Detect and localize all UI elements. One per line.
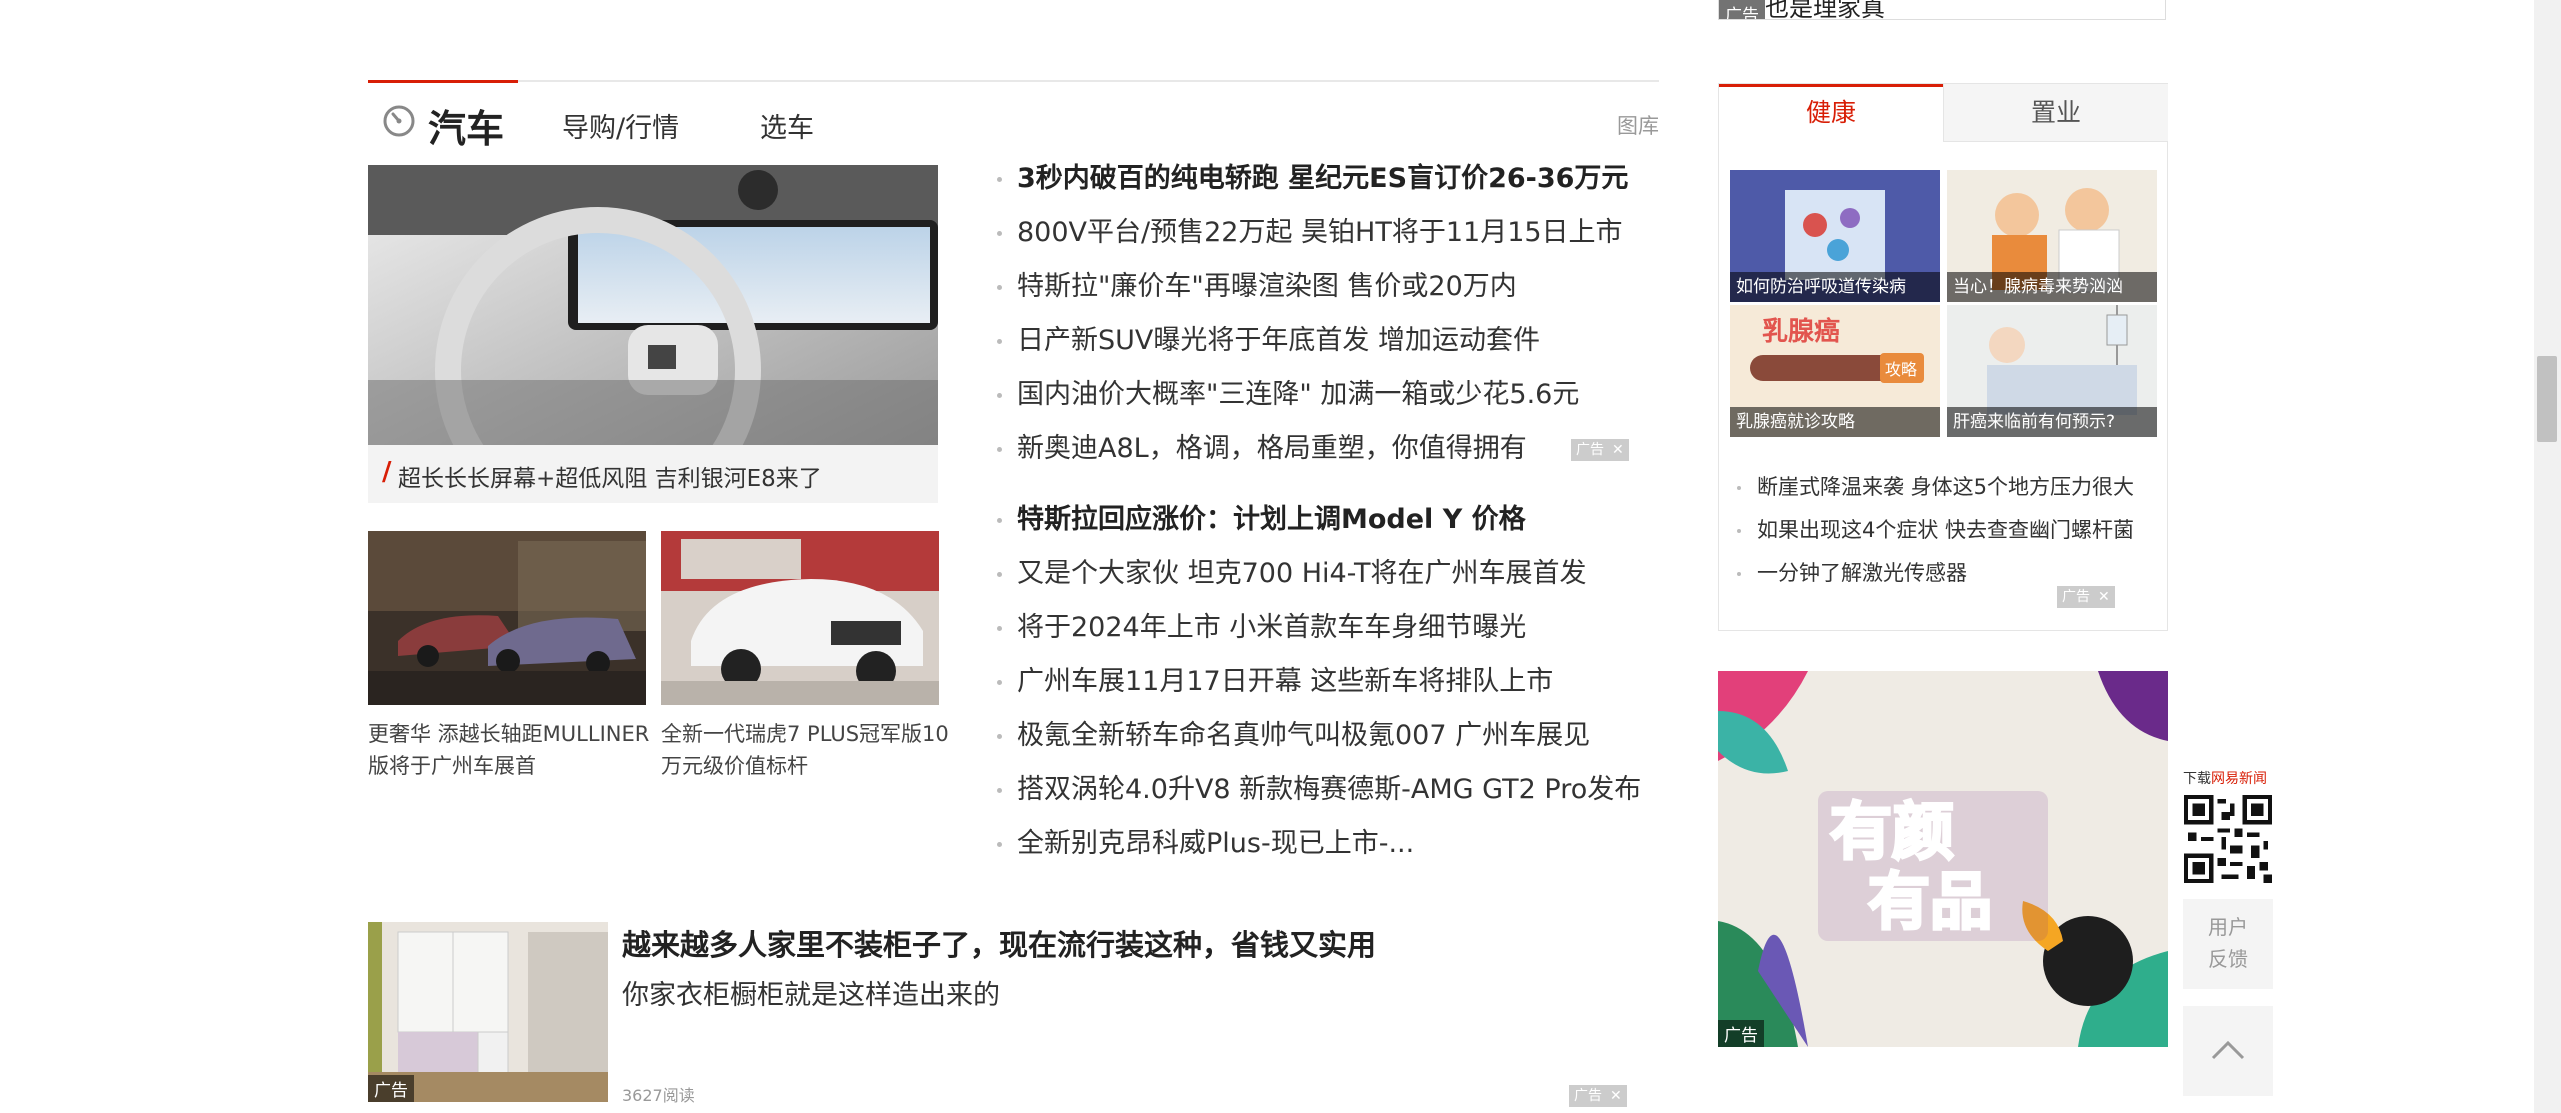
feed-item-subtitle: 你家衣柜橱柜就是这样造出来的 <box>622 980 1000 1011</box>
news-headline[interactable]: 将于2024年上市 小米首款车车身细节曝光 <box>997 601 1641 655</box>
car-section-title[interactable]: 汽车 <box>428 98 504 153</box>
tab-health[interactable]: 健康 <box>1719 84 1943 142</box>
news-headline[interactable]: 搭双涡轮4.0升V8 新款梅赛德斯-AMG GT2 Pro发布 <box>997 763 1641 817</box>
nav-guide-market[interactable]: 导购/行情 <box>562 106 679 145</box>
car-news-list-2: 特斯拉回应涨价：计划上调Model Y 价格 又是个大家伙 坦克700 Hi4-… <box>997 493 1641 871</box>
promo-line2: 有品 <box>1866 864 1993 940</box>
feedback-line2: 反馈 <box>2208 947 2248 971</box>
ad-mini-label[interactable]: 广告 ✕ <box>2057 586 2115 608</box>
health-tile[interactable]: 乳腺癌 攻略 乳腺癌就诊攻略 <box>1730 305 1940 437</box>
active-tab-underline <box>368 80 518 83</box>
main-car-image[interactable] <box>368 165 938 445</box>
health-tile-caption: 乳腺癌就诊攻略 <box>1730 407 1940 437</box>
news-headline[interactable]: 极氪全新轿车命名真帅气叫极氪007 广州车展见 <box>997 709 1641 763</box>
tile-banner-text: 乳腺癌 <box>1762 317 1841 347</box>
news-headline[interactable]: 又是个大家伙 坦克700 Hi4-T将在广州车展首发 <box>997 547 1641 601</box>
health-tile[interactable]: 当心！腺病毒来势汹汹 <box>1947 170 2157 302</box>
health-tile[interactable]: 肝癌来临前有何预示? <box>1947 305 2157 437</box>
chery-suv-photo <box>661 531 939 705</box>
ad-mini-label[interactable]: 广告 ✕ <box>1571 439 1629 461</box>
ad-mini-label[interactable]: 广告 ✕ <box>1569 1085 1627 1107</box>
health-tile-caption: 肝癌来临前有何预示? <box>1947 407 2157 437</box>
health-link[interactable]: 断崖式降温来袭 身体这5个地方压力很大 <box>1737 466 2134 509</box>
thumb-bentley[interactable] <box>368 531 646 705</box>
tab-realestate[interactable]: 置业 <box>1943 84 2168 142</box>
tile-badge-text: 攻略 <box>1885 360 1918 379</box>
news-headline[interactable]: 特斯拉回应涨价：计划上调Model Y 价格 <box>997 493 1641 547</box>
feedback-line1: 用户 <box>2208 915 2248 939</box>
top-ad-text: 也是理家真 <box>1765 0 1885 20</box>
news-headline[interactable]: 国内油价大概率"三连降" 加满一箱或少花5.6元 <box>997 368 1628 422</box>
top-ad-banner[interactable]: 也是理家真 广告 <box>1718 0 2166 20</box>
caption-slash: / <box>382 457 392 487</box>
feedback-button[interactable]: 用户 反馈 <box>2183 899 2273 989</box>
news-headline[interactable]: 日产新SUV曝光将于年底首发 增加运动套件 <box>997 314 1628 368</box>
car-interior-photo <box>368 165 938 445</box>
close-icon[interactable]: ✕ <box>1612 442 1624 458</box>
close-icon[interactable]: ✕ <box>1610 1088 1622 1104</box>
bentley-photo <box>368 531 646 705</box>
health-tile-caption: 如何防治呼吸道传染病 <box>1730 272 1940 302</box>
feed-item-title[interactable]: 越来越多人家里不装柜子了，现在流行装这种，省钱又实用 <box>622 922 1376 964</box>
gallery-link[interactable]: 图库 <box>1617 110 1659 140</box>
ad-tag: 广告 <box>368 1075 414 1102</box>
qr-code-icon[interactable] <box>2184 795 2272 883</box>
nav-choose-car[interactable]: 选车 <box>760 106 814 145</box>
ad-label-text: 广告 <box>1574 1088 1602 1104</box>
main-caption-bar[interactable]: / 超长长长屏幕+超低风阻 吉利银河E8来了 <box>368 445 938 503</box>
news-headline-ad[interactable]: 新奥迪A8L，格调，格局重塑，你值得拥有 <box>997 422 1628 476</box>
news-headline[interactable]: 特斯拉"廉价车"再曝渲染图 售价或20万内 <box>997 260 1628 314</box>
health-link[interactable]: 如果出现这4个症状 快去查查幽门螺杆菌 <box>1737 509 2134 552</box>
close-icon[interactable]: ✕ <box>2098 589 2110 605</box>
feed-item-reads: 3627阅读 <box>622 1086 695 1105</box>
thumb-caption-chery[interactable]: 全新一代瑞虎7 PLUS冠军版10万元级价值标杆 <box>661 718 951 782</box>
qr-brand: 网易新闻 <box>2211 771 2267 787</box>
qr-download-label: 下载网易新闻 <box>2183 768 2267 788</box>
news-headline[interactable]: 广州车展11月17日开幕 这些新车将排队上市 <box>997 655 1641 709</box>
promo-banner[interactable]: 有颜 有品 广告 <box>1718 671 2168 1047</box>
car-news-list-1: 3秒内破百的纯电轿跑 星纪元ES盲订价26-36万元 800V平台/预售22万起… <box>997 152 1628 476</box>
chevron-up-icon <box>2211 1040 2245 1060</box>
ad-label-text: 广告 <box>2062 589 2090 605</box>
health-tile-caption: 当心！腺病毒来势汹汹 <box>1947 272 2157 302</box>
feed-item-image[interactable]: 广告 <box>368 922 608 1102</box>
qr-prefix: 下载 <box>2183 771 2211 787</box>
ad-tag: 广告 <box>1718 1020 1764 1047</box>
thumb-chery[interactable] <box>661 531 939 705</box>
thumb-caption-bentley[interactable]: 更奢华 添越长轴距MULLINER版将于广州车展首 <box>368 718 658 782</box>
health-link-list: 断崖式降温来袭 身体这5个地方压力很大 如果出现这4个症状 快去查查幽门螺杆菌 … <box>1737 466 2134 595</box>
news-headline[interactable]: 3秒内破百的纯电轿跑 星纪元ES盲订价26-36万元 <box>997 152 1628 206</box>
speedometer-icon <box>383 105 415 137</box>
ad-label-text: 广告 <box>1576 442 1604 458</box>
health-panel: 健康 置业 如何防治呼吸道传染病 当心！腺病毒来势汹汹 乳腺癌 攻略 乳腺癌就诊… <box>1718 83 2168 631</box>
news-headline[interactable]: 800V平台/预售22万起 昊铂HT将于11月15日上市 <box>997 206 1628 260</box>
health-tile[interactable]: 如何防治呼吸道传染病 <box>1730 170 1940 302</box>
scrollbar-thumb[interactable] <box>2537 356 2557 442</box>
back-to-top-button[interactable] <box>2183 1006 2273 1096</box>
ad-tag: 广告 <box>1719 0 1765 19</box>
scrollbar-track[interactable] <box>2534 0 2561 1113</box>
news-headline[interactable]: 全新别克昂科威Plus-现已上市-... <box>997 817 1641 871</box>
main-caption: 超长长长屏幕+超低风阻 吉利银河E8来了 <box>398 466 822 492</box>
